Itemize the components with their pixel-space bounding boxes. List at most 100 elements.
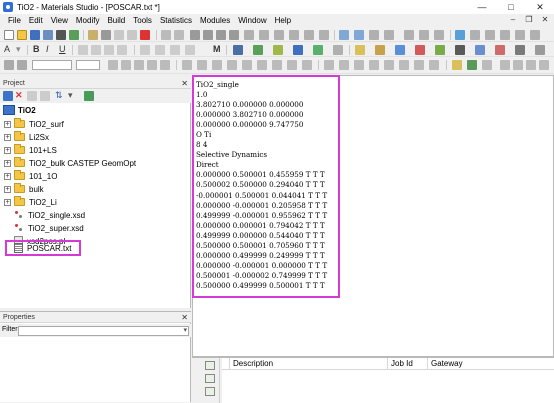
ring-icon[interactable] — [170, 45, 180, 55]
poscar-line[interactable]: Direct — [196, 160, 327, 170]
expand-icon[interactable]: + — [4, 146, 11, 154]
measure-angle-icon[interactable] — [17, 60, 27, 70]
job-stop-icon[interactable] — [205, 374, 215, 383]
menu-view[interactable]: View — [47, 16, 72, 25]
job-id-column-header[interactable]: Job Id — [388, 358, 428, 370]
bold-button[interactable]: B — [33, 44, 40, 55]
gulp-icon[interactable] — [455, 45, 465, 55]
poscar-line[interactable]: 0.499999 -0.000001 0.955962 T T T — [196, 211, 327, 221]
copy-icon[interactable] — [114, 30, 124, 40]
sort-dropdown-icon[interactable]: ▾ — [68, 90, 73, 101]
job-status-column[interactable] — [222, 358, 230, 370]
translate-icon[interactable] — [216, 30, 226, 40]
build-crystal-icon[interactable] — [253, 45, 263, 55]
tree-item-li2sx[interactable]: + Li2Sx — [4, 131, 49, 143]
debug-icon[interactable] — [482, 60, 492, 70]
menu-edit[interactable]: Edit — [25, 16, 47, 25]
frame-icon[interactable] — [429, 60, 439, 70]
grid-icon[interactable] — [244, 30, 254, 40]
poscar-line[interactable]: 0.500000 0.500001 0.705960 T T T — [196, 241, 327, 251]
movie-icon[interactable] — [339, 60, 349, 70]
more-tools-icon[interactable] — [535, 45, 545, 55]
save-all-icon[interactable] — [43, 30, 53, 40]
import-icon[interactable] — [69, 30, 79, 40]
underline-button[interactable]: U — [59, 44, 66, 55]
clip-icon[interactable] — [227, 60, 237, 70]
blends-icon[interactable] — [435, 45, 445, 55]
menu-window[interactable]: Window — [234, 16, 270, 25]
expand-icon[interactable]: + — [4, 198, 11, 206]
color-icon[interactable] — [339, 30, 349, 40]
expand-icon[interactable]: + — [4, 159, 11, 167]
description-column-header[interactable]: Description — [230, 358, 388, 370]
calculate-icon[interactable] — [434, 30, 444, 40]
redo-arrow-icon[interactable] — [174, 30, 184, 40]
depth-cue-icon[interactable] — [197, 60, 207, 70]
amorphous-icon[interactable] — [530, 30, 540, 40]
font-dropdown-icon[interactable]: ▾ — [16, 44, 21, 55]
tree-item-tio2-super-xsd[interactable]: TiO2_super.xsd — [14, 222, 84, 234]
new-document-icon[interactable] — [4, 30, 14, 40]
poscar-document[interactable]: TiO2_single 1.0 3.802710 0.000000 0.000000… — [192, 75, 554, 357]
field-icon[interactable] — [272, 60, 282, 70]
orient-z-icon[interactable] — [147, 60, 157, 70]
job-download-icon[interactable] — [205, 387, 215, 396]
project-panel-close-icon[interactable]: ✕ — [181, 78, 188, 89]
zoom-icon[interactable] — [229, 30, 239, 40]
style-combo[interactable] — [32, 60, 72, 70]
poscar-line[interactable]: 0.499999 0.000000 0.544040 T T T — [196, 231, 327, 241]
slice-icon[interactable] — [242, 60, 252, 70]
stereo-icon[interactable] — [182, 60, 192, 70]
tree-item-poscar-txt-row[interactable]: POSCAR.txt — [14, 242, 71, 254]
nav-forward-icon[interactable] — [513, 60, 523, 70]
poscar-line[interactable]: 0.000000 3.802710 0.000000 — [196, 110, 327, 120]
tree-item-tio2-surf[interactable]: + TiO2_surf — [4, 118, 64, 130]
copy-item-icon[interactable] — [27, 91, 37, 101]
dftb-icon[interactable] — [500, 30, 510, 40]
animation-icon[interactable] — [324, 60, 334, 70]
chain-icon[interactable] — [185, 45, 195, 55]
tree-item-tio2-single-xsd[interactable]: TiO2_single.xsd — [14, 209, 85, 221]
visualize-icon[interactable] — [233, 45, 243, 55]
run-script-icon[interactable] — [467, 60, 477, 70]
loop-icon[interactable] — [399, 60, 409, 70]
menu-modify[interactable]: Modify — [72, 16, 104, 25]
adsorption-icon[interactable] — [415, 45, 425, 55]
refresh-project-icon[interactable] — [84, 91, 94, 101]
poscar-line[interactable]: 0.000000 0.000001 0.794042 T T T — [196, 221, 327, 231]
measure-icon[interactable] — [319, 30, 329, 40]
poscar-line[interactable]: -0.000001 0.500001 0.044041 T T T — [196, 191, 327, 201]
new-project-item-icon[interactable] — [3, 91, 13, 101]
expand-icon[interactable]: + — [4, 120, 11, 128]
gateway-column-header[interactable]: Gateway — [428, 358, 554, 370]
close-icon[interactable]: ✕ — [526, 0, 554, 14]
sorption-icon[interactable] — [515, 30, 525, 40]
menu-tools[interactable]: Tools — [129, 16, 156, 25]
label-icon[interactable] — [304, 30, 314, 40]
align-icon[interactable]: A — [4, 44, 10, 55]
trajectory-icon[interactable] — [302, 60, 312, 70]
nanostructure-icon[interactable] — [375, 45, 385, 55]
qmera-icon[interactable] — [475, 45, 485, 55]
mdi-minimize-icon[interactable]: – — [507, 15, 519, 26]
delete-item-icon[interactable]: ✕ — [15, 90, 23, 101]
reset-view-icon[interactable] — [274, 30, 284, 40]
rotate-icon[interactable] — [203, 30, 213, 40]
expand-icon[interactable]: + — [4, 172, 11, 180]
expand-icon[interactable]: + — [4, 185, 11, 193]
undo-arrow-icon[interactable] — [161, 30, 171, 40]
print-icon[interactable] — [56, 30, 66, 40]
stop-icon[interactable] — [384, 60, 394, 70]
menu-modules[interactable]: Modules — [196, 16, 234, 25]
play-icon[interactable] — [369, 60, 379, 70]
orient-y-icon[interactable] — [134, 60, 144, 70]
mesostructure-icon[interactable] — [395, 45, 405, 55]
undo-icon[interactable] — [88, 30, 98, 40]
menu-file[interactable]: File — [4, 16, 25, 25]
fit-screen-icon[interactable] — [259, 30, 269, 40]
supercell-icon[interactable] — [293, 45, 303, 55]
tree-item-101-1o[interactable]: + 101_1O — [4, 170, 57, 182]
forcite-icon[interactable] — [470, 30, 480, 40]
paste-icon[interactable] — [127, 30, 137, 40]
menu-build[interactable]: Build — [103, 16, 129, 25]
